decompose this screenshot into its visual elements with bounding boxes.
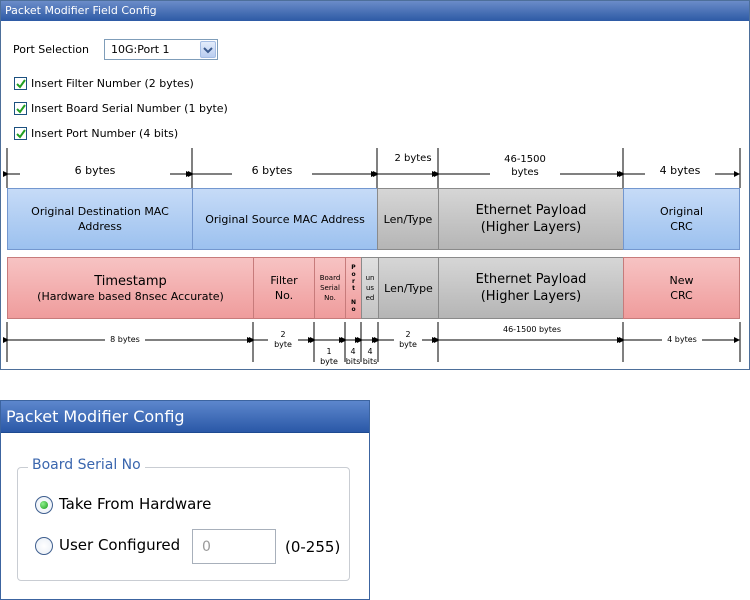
board-serial-group [17, 467, 350, 581]
window-title: Packet Modifier Field Config [1, 1, 749, 21]
user-serial-input-box[interactable] [192, 529, 276, 564]
dim-dest-mac: 6 bytes [20, 164, 170, 177]
port-selection-dropdown[interactable]: 10G:Port 1 [104, 39, 218, 60]
dim-len-type: 2 bytes [390, 153, 436, 164]
user-serial-input[interactable] [194, 531, 274, 562]
port-selection-label: Port Selection [13, 43, 89, 56]
timestamp-title: Timestamp [94, 273, 167, 289]
segment-payload: Ethernet Payload (Higher Layers) [438, 188, 624, 250]
segment-payload-2: Ethernet Payload (Higher Layers) [438, 257, 624, 319]
timestamp-sub: (Hardware based 8nsec Accurate) [37, 289, 224, 303]
chevron-down-icon[interactable] [200, 41, 216, 58]
insert-filter-number-checkbox[interactable] [14, 77, 27, 90]
segment-new-crc: New CRC [623, 257, 740, 319]
port-selection-value: 10G:Port 1 [111, 43, 170, 56]
segment-unused: un us ed [361, 257, 379, 319]
segment-len-type: Len/Type [377, 188, 439, 250]
radio-selected-dot [40, 501, 48, 509]
segment-port-no: P o r t N o [345, 257, 362, 319]
window-title-2: Packet Modifier Config [1, 401, 369, 433]
dim-timestamp: 8 bytes [105, 335, 145, 345]
range-hint: (0-255) [285, 538, 341, 556]
dim-src-mac: 6 bytes [232, 164, 312, 177]
segment-board-serial: Board Serial No. [314, 257, 346, 319]
dim-unused: 4 bits [362, 347, 378, 366]
segment-src-mac: Original Source MAC Address [192, 188, 378, 250]
dim-crc: 4 bytes [645, 164, 715, 177]
insert-port-number-checkbox[interactable] [14, 127, 27, 140]
insert-board-serial-checkbox[interactable] [14, 102, 27, 115]
dim-board-serial: 1 byte [320, 347, 338, 366]
dim-payload-2: 46-1500 bytes [495, 325, 569, 335]
segment-dest-mac: Original Destination MAC Address [7, 188, 193, 250]
dim-port-no: 4 bits [345, 347, 361, 366]
board-serial-group-title: Board Serial No [28, 457, 145, 473]
insert-board-serial-label: Insert Board Serial Number (1 byte) [31, 102, 228, 115]
segment-len-type-2: Len/Type [378, 257, 439, 319]
segment-timestamp: Timestamp (Hardware based 8nsec Accurate… [7, 257, 254, 319]
user-configured-label: User Configured [59, 536, 181, 554]
dim-len-type-2: 2 byte [394, 330, 422, 350]
dim-filter-no: 2 byte [268, 330, 298, 350]
dim-payload: 46-1500 bytes [490, 153, 560, 179]
segment-filter-no: Filter No. [253, 257, 315, 319]
insert-port-number-label: Insert Port Number (4 bits) [31, 127, 179, 140]
take-from-hardware-label: Take From Hardware [59, 495, 212, 513]
take-from-hardware-radio[interactable] [35, 496, 53, 514]
insert-filter-number-label: Insert Filter Number (2 bytes) [31, 77, 194, 90]
user-configured-radio[interactable] [35, 537, 53, 555]
segment-original-crc: Original CRC [623, 188, 740, 250]
dim-new-crc: 4 bytes [662, 335, 702, 345]
